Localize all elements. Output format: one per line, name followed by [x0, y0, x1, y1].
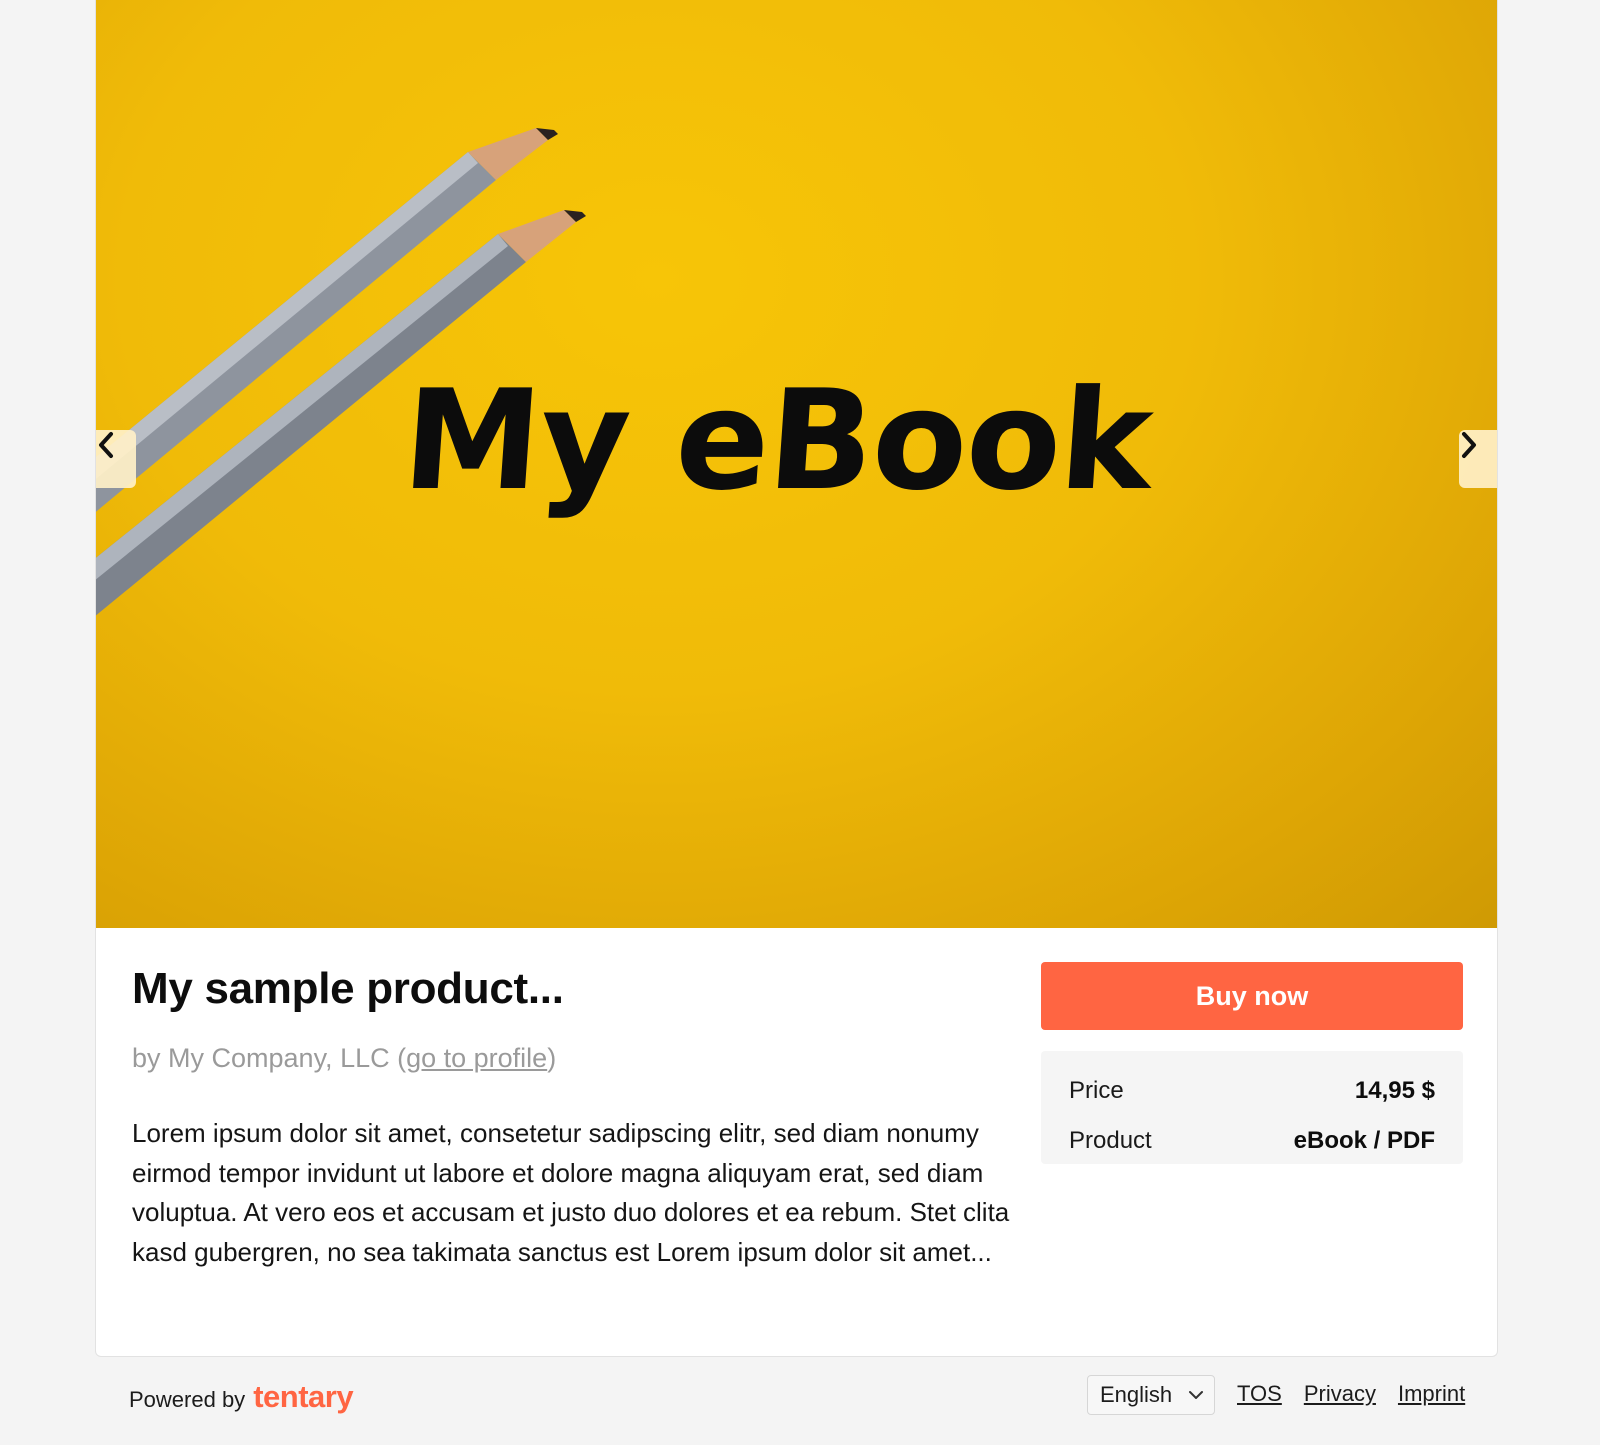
privacy-link[interactable]: Privacy: [1304, 1381, 1376, 1407]
chevron-right-icon: [1462, 432, 1476, 458]
price-row: Price 14,95 $: [1069, 1066, 1435, 1116]
product-info: My sample product... by My Company, LLC …: [132, 964, 1012, 1272]
byline-author: by My Company, LLC (: [132, 1043, 407, 1074]
product-type-label: Product: [1069, 1127, 1152, 1154]
product-description: Lorem ipsum dolor sit amet, consetetur s…: [132, 1118, 1010, 1267]
product-type-row: Product eBook / PDF: [1069, 1116, 1435, 1166]
product-type-value: eBook / PDF: [1293, 1127, 1435, 1154]
chevron-down-icon: [1189, 1391, 1203, 1399]
footer-links: TOS Privacy Imprint: [1237, 1381, 1465, 1407]
product-card: My eBook My sample product... by My Comp…: [95, 0, 1498, 1357]
product-title: My sample product...: [132, 964, 564, 1013]
language-select-value: English: [1100, 1382, 1173, 1407]
language-select[interactable]: English: [1087, 1375, 1215, 1415]
go-to-profile-link[interactable]: go to profile: [406, 1043, 547, 1073]
carousel-prev-button[interactable]: [96, 430, 136, 488]
product-byline: by My Company, LLC (go to profile): [132, 1043, 1012, 1074]
tentary-logo[interactable]: tentary: [253, 1379, 353, 1415]
chevron-left-icon: [99, 432, 113, 458]
price-value: 14,95 $: [1354, 1077, 1435, 1104]
hero-image-text: My eBook: [398, 360, 1157, 521]
buy-now-button[interactable]: Buy now: [1041, 962, 1463, 1030]
byline-suffix: ): [547, 1043, 557, 1074]
page-footer: Powered by tentary English TOS Privacy I…: [0, 1357, 1600, 1445]
price-label: Price: [1069, 1077, 1124, 1104]
imprint-link[interactable]: Imprint: [1398, 1381, 1465, 1407]
carousel-next-button[interactable]: [1459, 430, 1497, 488]
powered-by: Powered by tentary: [129, 1379, 354, 1415]
product-image-carousel: My eBook: [96, 0, 1497, 928]
product-details-box: Price 14,95 $ Product eBook / PDF: [1041, 1051, 1463, 1164]
tos-link[interactable]: TOS: [1237, 1381, 1282, 1407]
powered-by-text: Powered by: [129, 1387, 246, 1412]
